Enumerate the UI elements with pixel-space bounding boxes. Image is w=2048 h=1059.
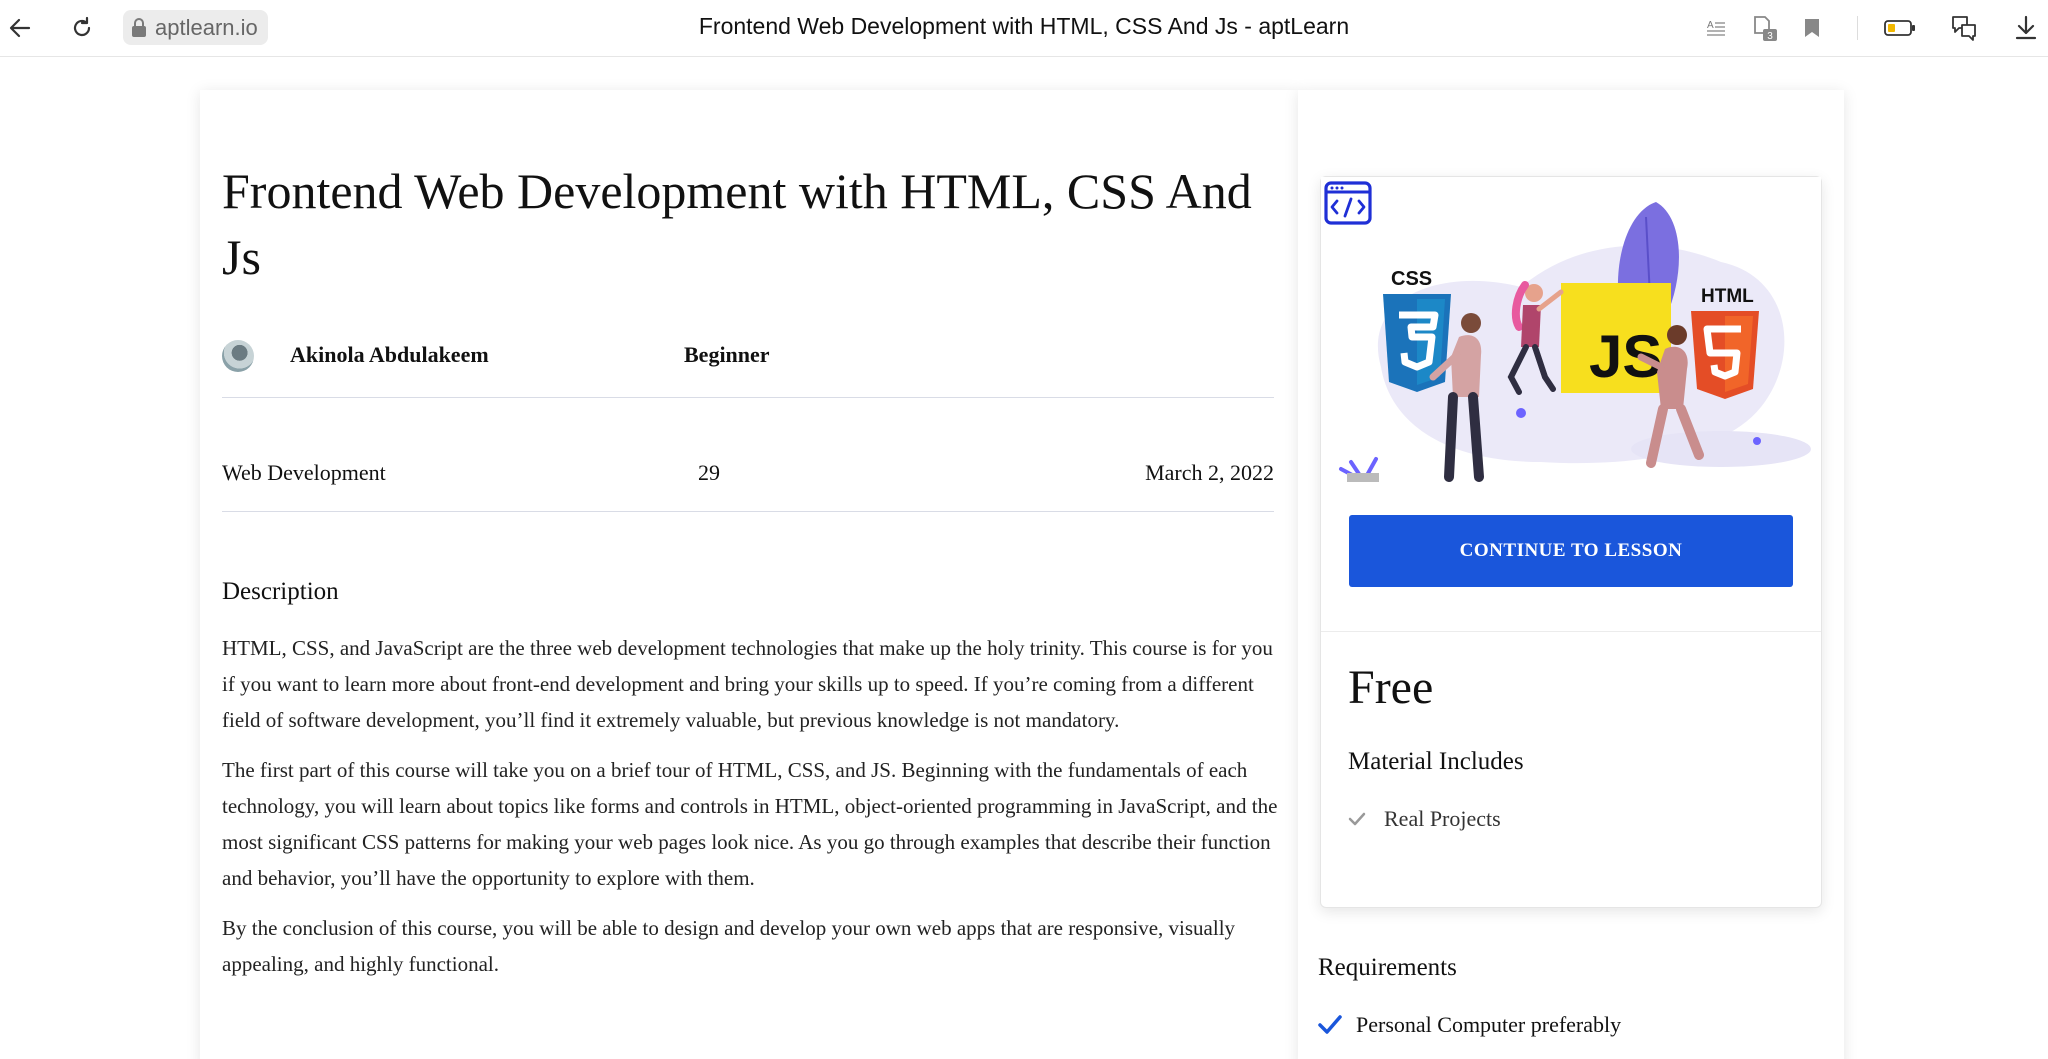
check-icon bbox=[1318, 1015, 1342, 1034]
toolbar-separator bbox=[1857, 16, 1858, 40]
meta-divider bbox=[222, 397, 1274, 398]
browser-toolbar: aptlearn.io Frontend Web Development wit… bbox=[0, 0, 2048, 57]
requirements-heading: Requirements bbox=[1318, 954, 1457, 981]
course-meta-row: Akinola Abdulakeem Beginner bbox=[222, 336, 1274, 380]
card-divider bbox=[1321, 631, 1821, 632]
js-label: JS bbox=[1589, 323, 1662, 390]
course-price: Free bbox=[1348, 661, 1434, 714]
course-category[interactable]: Web Development bbox=[222, 460, 386, 486]
shield-chat-icon[interactable] bbox=[1948, 12, 1980, 44]
svg-text:A: A bbox=[1707, 20, 1714, 31]
html-label: HTML bbox=[1701, 286, 1754, 307]
requirement-item: Personal Computer preferably bbox=[1318, 1012, 1621, 1038]
material-heading: Material Includes bbox=[1348, 748, 1524, 775]
reader-mode-icon[interactable]: A bbox=[1700, 12, 1732, 44]
course-thumbnail: CSS JS HTML bbox=[1321, 177, 1821, 482]
description-paragraph: By the conclusion of this course, you wi… bbox=[222, 916, 1236, 976]
description-paragraph: HTML, CSS, and JavaScript are the three … bbox=[222, 636, 1273, 732]
info-divider bbox=[222, 511, 1274, 512]
course-title: Frontend Web Development with HTML, CSS … bbox=[222, 163, 1252, 285]
download-icon[interactable] bbox=[2010, 12, 2042, 44]
tab-count-badge: 3 bbox=[1767, 31, 1773, 42]
course-info-row: Web Development 29 March 2, 2022 bbox=[222, 460, 1274, 490]
url-text: aptlearn.io bbox=[155, 14, 258, 40]
requirement-item-label: Personal Computer preferably bbox=[1356, 1012, 1622, 1037]
author-avatar[interactable] bbox=[222, 340, 254, 372]
author-name[interactable]: Akinola Abdulakeem bbox=[290, 342, 489, 368]
back-arrow-icon[interactable] bbox=[4, 12, 36, 44]
description-body: HTML, CSS, and JavaScript are the three … bbox=[222, 630, 1282, 996]
description-heading: Description bbox=[222, 578, 339, 605]
bookmark-icon[interactable] bbox=[1796, 12, 1828, 44]
lock-icon bbox=[132, 17, 146, 37]
lesson-count: 29 bbox=[698, 460, 720, 485]
code-window-icon bbox=[1324, 181, 1372, 225]
course-level: Beginner bbox=[684, 342, 770, 367]
material-item-label: Real Projects bbox=[1384, 806, 1501, 831]
address-bar[interactable]: aptlearn.io bbox=[123, 10, 268, 45]
description-paragraph: The first part of this course will take … bbox=[222, 758, 1278, 890]
material-item: Real Projects bbox=[1348, 806, 1501, 832]
extensions-icon[interactable]: 3 bbox=[1748, 12, 1780, 44]
course-date: March 2, 2022 bbox=[1145, 460, 1274, 485]
tab-title: Frontend Web Development with HTML, CSS … bbox=[698, 13, 1350, 39]
check-icon bbox=[1348, 812, 1366, 826]
css-label: CSS bbox=[1391, 268, 1432, 290]
battery-icon[interactable] bbox=[1884, 12, 1916, 44]
continue-to-lesson-button[interactable]: CONTINUE TO LESSON bbox=[1349, 515, 1793, 587]
reload-icon[interactable] bbox=[66, 12, 98, 44]
